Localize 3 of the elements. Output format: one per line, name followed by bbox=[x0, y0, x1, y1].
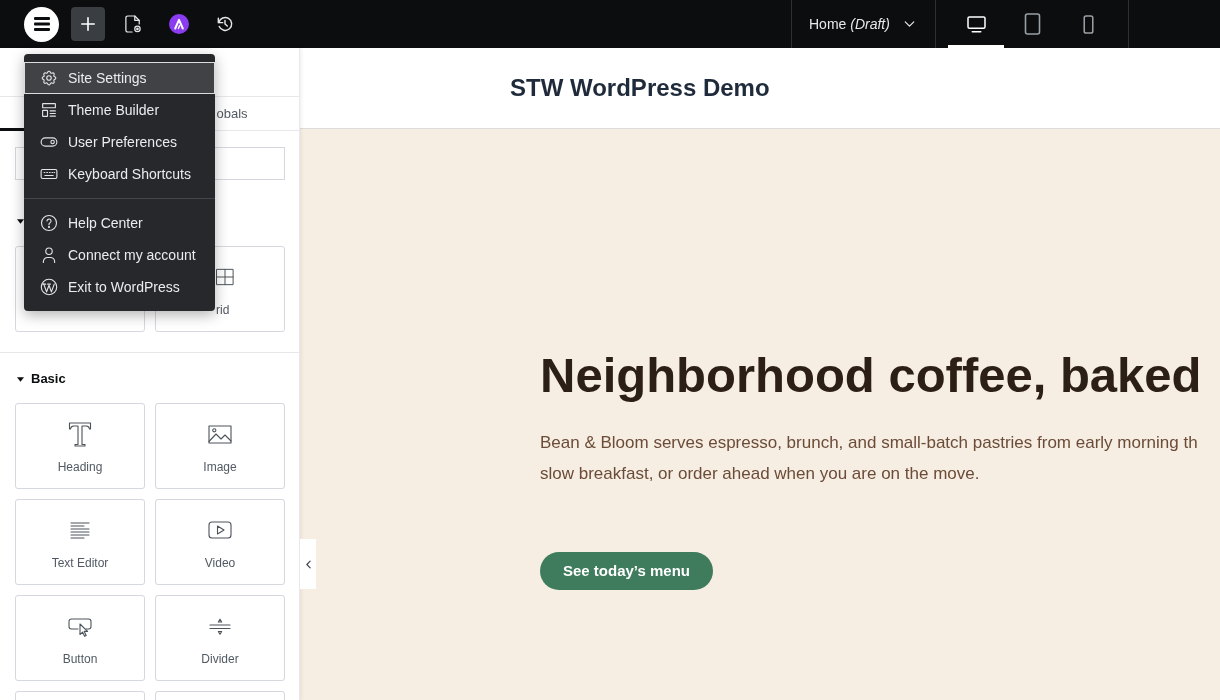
site-title: STW WordPress Demo bbox=[510, 73, 770, 103]
hero-paragraph: Bean & Bloom serves espresso, brunch, and small-batch pastries from early morning th slow breakfast, or order ahead when you are on the move. bbox=[540, 432, 1198, 485]
hero-heading: Neighborhood coffee, baked bbox=[540, 347, 1202, 404]
